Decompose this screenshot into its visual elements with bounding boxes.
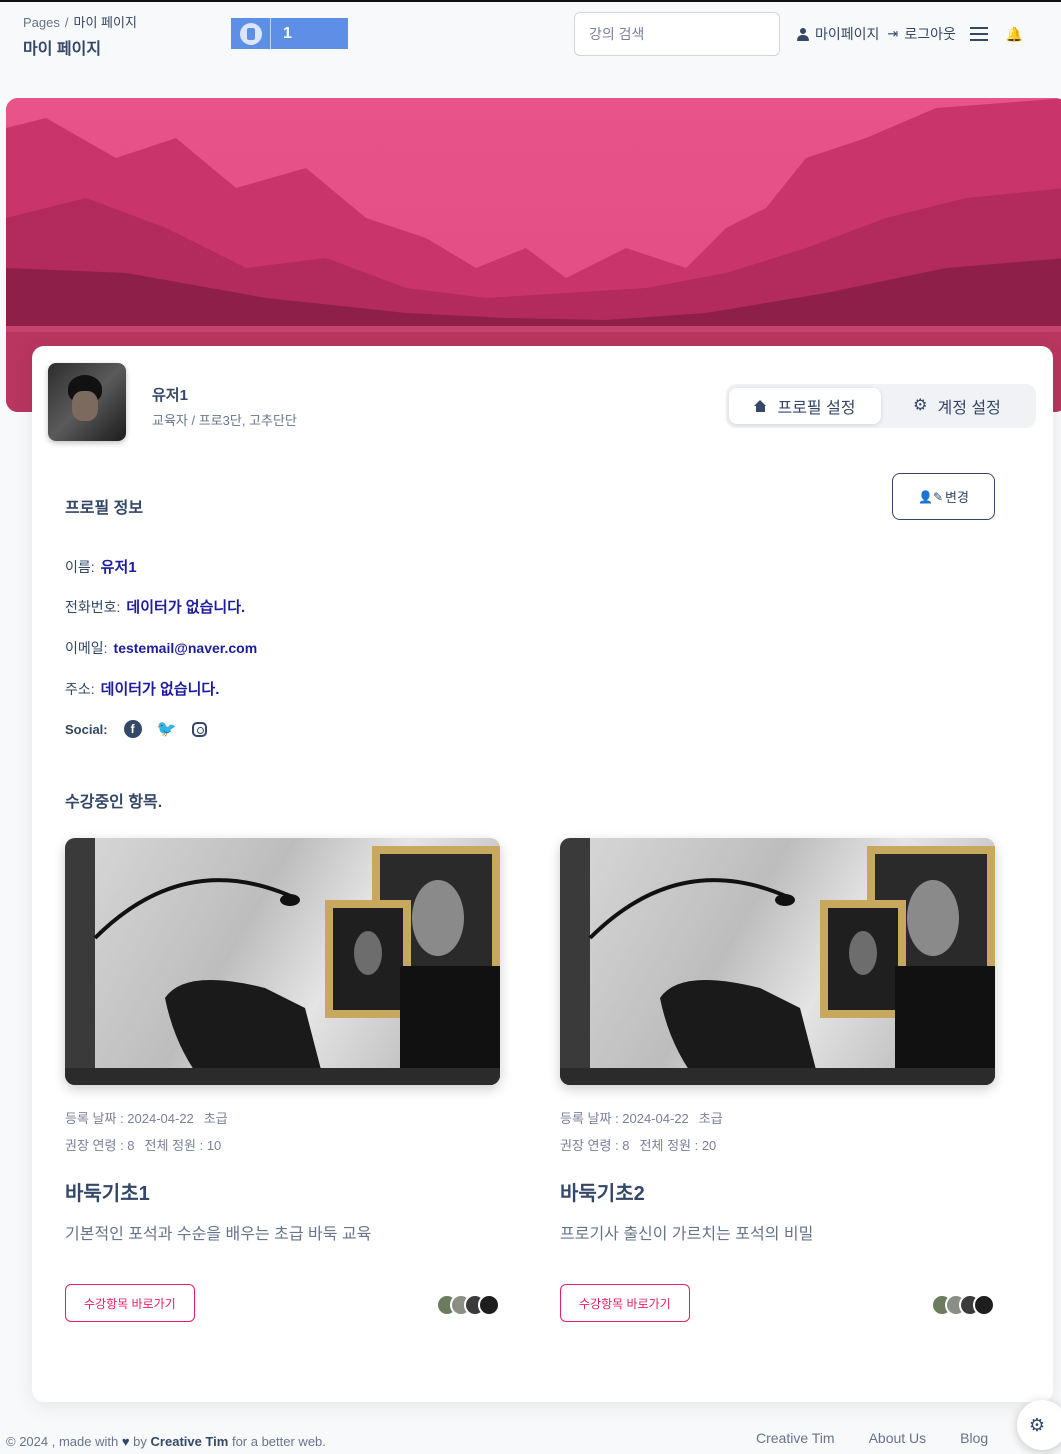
rank-icon xyxy=(231,18,271,49)
footer-link-about-us[interactable]: About Us xyxy=(869,1430,927,1446)
breadcrumb: Pages / 마이 페이지 xyxy=(23,12,137,31)
phone-value: 데이터가 없습니다. xyxy=(126,599,246,616)
facebook-icon[interactable]: f xyxy=(123,720,142,738)
footer-link-creative-tim[interactable]: Creative Tim xyxy=(756,1430,835,1446)
profile-info-title: 프로필 정보 xyxy=(65,500,144,517)
course-go-button[interactable]: 수강항목 바로가기 xyxy=(65,1284,195,1322)
footer-copyright: © 2024 , made with ♥ by Creative Tim for… xyxy=(6,1434,326,1449)
phone-label: 전화번호: xyxy=(65,598,121,615)
course-capacity: 전체 정원 : 10 xyxy=(144,1138,222,1153)
menu-icon[interactable] xyxy=(969,27,988,41)
profile-card: 유저1 교육자 / 프로3단, 고추단단 프로필 설정 ⚙ 계정 설정 프로필 … xyxy=(32,346,1053,1402)
footer-prefix: © 2024 , made with xyxy=(6,1434,119,1449)
footer-links: Creative Tim About Us Blog xyxy=(756,1430,988,1446)
email-label: 이메일: xyxy=(65,640,108,656)
footer-by: by xyxy=(133,1434,147,1449)
course-level: 초급 xyxy=(203,1111,228,1126)
rank-badge: 1 xyxy=(231,18,348,49)
course-description: 기본적인 포석과 수순을 배우는 초급 바둑 교육 xyxy=(65,1226,372,1243)
bell-icon[interactable]: 🔔 xyxy=(1006,26,1023,43)
info-name-row: 이름: 유저1 xyxy=(65,556,137,577)
address-value: 데이터가 없습니다. xyxy=(100,681,220,698)
course-description: 프로기사 출신이 가르치는 포석의 비밀 xyxy=(560,1226,814,1243)
course-title: 바둑기초2 xyxy=(560,1183,645,1205)
avatar xyxy=(48,363,126,441)
home-icon xyxy=(754,400,767,412)
breadcrumb-root[interactable]: Pages xyxy=(23,15,60,30)
course-age: 권장 연령 : 8 xyxy=(65,1138,135,1153)
address-label: 주소: xyxy=(65,680,95,697)
course-go-button[interactable]: 수강항목 바로가기 xyxy=(560,1284,690,1322)
course-image[interactable] xyxy=(560,838,995,1085)
info-email-row: 이메일: testemail@naver.com xyxy=(65,638,257,658)
user-name: 유저1 xyxy=(152,387,188,404)
course-card: 등록 날짜 : 2024-04-22 초급 권장 연령 : 8 전체 정원 : 10… xyxy=(65,838,500,1322)
heart-icon: ♥ xyxy=(121,1434,130,1449)
profile-tabs: 프로필 설정 ⚙ 계정 설정 xyxy=(726,384,1036,428)
course-title: 바둑기초1 xyxy=(65,1183,150,1205)
footer-brand-link[interactable]: Creative Tim xyxy=(151,1434,229,1449)
course-meta: 등록 날짜 : 2024-04-22 초급 권장 연령 : 8 전체 정원 : 20 xyxy=(560,1105,995,1159)
course-meta: 등록 날짜 : 2024-04-22 초급 권장 연령 : 8 전체 정원 : 10 xyxy=(65,1105,500,1159)
course-image-art xyxy=(65,838,500,1085)
tab-label: 프로필 설정 xyxy=(777,400,856,417)
user-role: 교육자 / 프로3단, 고추단단 xyxy=(152,413,297,428)
info-phone-row: 전화번호: 데이터가 없습니다. xyxy=(65,596,245,617)
search-input[interactable] xyxy=(574,12,780,56)
course-level: 초급 xyxy=(698,1111,723,1126)
course-age: 권장 연령 : 8 xyxy=(560,1138,630,1153)
course-avatars xyxy=(436,1294,500,1316)
info-social-row: Social: f 🐦 xyxy=(65,720,207,738)
email-value: testemail@naver.com xyxy=(113,640,258,656)
gear-icon: ⚙ xyxy=(1028,1414,1046,1435)
page-title: 마이 페이지 xyxy=(23,41,102,58)
social-label: Social: xyxy=(65,721,108,737)
avatar xyxy=(478,1294,500,1316)
logout-label: 로그아웃 xyxy=(904,26,956,42)
top-navbar: Pages / 마이 페이지 마이 페이지 1 마이페이지 ⇥ 로그아웃 🔔 xyxy=(0,2,1061,66)
breadcrumb-separator: / xyxy=(64,15,69,30)
course-avatars xyxy=(931,1294,995,1316)
tab-label: 계정 설정 xyxy=(937,400,1001,417)
mypage-label: 마이페이지 xyxy=(815,26,880,42)
info-address-row: 주소: 데이터가 없습니다. xyxy=(65,678,219,699)
edit-label: 변경 xyxy=(945,490,969,505)
mypage-link[interactable]: 마이페이지 xyxy=(797,24,879,44)
logout-link[interactable]: ⇥ 로그아웃 xyxy=(887,24,955,44)
courses-section-title: 수강중인 항목. xyxy=(65,794,163,811)
course-image-art xyxy=(560,838,995,1085)
course-reg-date: 등록 날짜 : 2024-04-22 xyxy=(65,1111,194,1126)
breadcrumb-current: 마이 페이지 xyxy=(73,15,137,30)
name-value: 유저1 xyxy=(100,559,137,576)
course-reg-date: 등록 날짜 : 2024-04-22 xyxy=(560,1111,689,1126)
course-image[interactable] xyxy=(65,838,500,1085)
name-label: 이름: xyxy=(65,558,95,575)
user-icon xyxy=(797,27,809,41)
avatar xyxy=(973,1294,995,1316)
user-edit-icon: 👤✎ xyxy=(918,489,944,504)
tab-account-settings[interactable]: ⚙ 계정 설정 xyxy=(881,388,1033,424)
settings-fab[interactable]: ⚙ xyxy=(1017,1400,1061,1450)
tab-profile-settings[interactable]: 프로필 설정 xyxy=(729,388,881,424)
course-capacity: 전체 정원 : 20 xyxy=(639,1138,717,1153)
rank-number: 1 xyxy=(283,24,292,42)
course-card: 등록 날짜 : 2024-04-22 초급 권장 연령 : 8 전체 정원 : 20… xyxy=(560,838,995,1322)
footer-suffix: for a better web. xyxy=(231,1434,326,1449)
twitter-icon[interactable]: 🐦 xyxy=(157,720,177,738)
instagram-icon[interactable] xyxy=(191,721,207,737)
edit-profile-button[interactable]: 👤✎ 변경 xyxy=(892,473,995,520)
logout-icon: ⇥ xyxy=(887,26,899,41)
gear-icon: ⚙ xyxy=(913,397,928,414)
footer-link-blog[interactable]: Blog xyxy=(960,1430,988,1446)
nav-actions: 마이페이지 ⇥ 로그아웃 🔔 xyxy=(797,24,1023,44)
